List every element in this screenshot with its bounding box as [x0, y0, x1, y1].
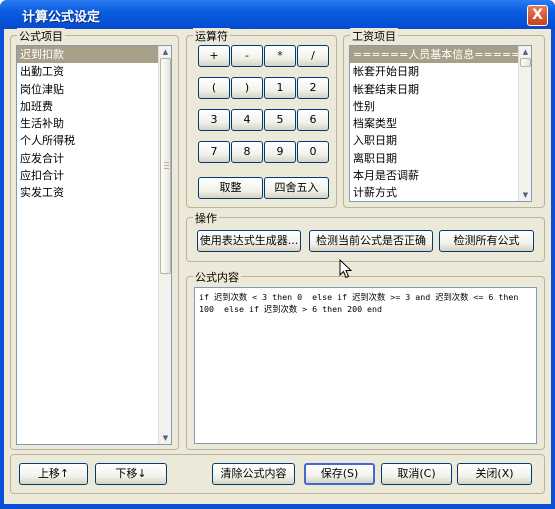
operator-button[interactable]: 6	[297, 109, 329, 131]
mouse-pointer-icon	[339, 259, 353, 279]
scroll-thumb[interactable]	[160, 58, 171, 274]
scroll-thumb[interactable]	[520, 58, 531, 67]
formula-list-item[interactable]: 生活补助	[17, 115, 171, 132]
salary-list-item[interactable]: 入职日期	[350, 132, 531, 149]
operator-button[interactable]: 9	[264, 141, 296, 163]
salary-list-item[interactable]: 档案类型	[350, 115, 531, 132]
salary-items-list[interactable]: ======人员基本信息====== 帐套开始日期 帐套结束日期 性别 档案类型 入职日期…	[349, 45, 532, 202]
round-down-button[interactable]: 取整	[198, 177, 263, 199]
expression-generator-button[interactable]: 使用表达式生成器...	[197, 230, 301, 252]
formula-list-item[interactable]: 应发合计	[17, 150, 171, 167]
operator-button[interactable]: 7	[198, 141, 230, 163]
clear-formula-button[interactable]: 清除公式内容	[212, 463, 295, 485]
salary-list-item[interactable]: 性别	[350, 98, 531, 115]
scroll-down-arrow-icon[interactable]: ▼	[160, 433, 171, 443]
operator-button[interactable]: 4	[231, 109, 263, 131]
formula-list-item[interactable]: 岗位津贴	[17, 81, 171, 98]
formula-list-item[interactable]: 实发工资	[17, 184, 171, 201]
scroll-down-arrow-icon[interactable]: ▼	[520, 190, 531, 200]
operator-button[interactable]: 0	[297, 141, 329, 163]
dialog-window: 计算公式设定 X 公式项目 迟到扣款 出勤工资 岗位津贴 加班费 生活补助 个人所得税 应发…	[0, 0, 555, 509]
close-button[interactable]: 关闭(X)	[457, 463, 532, 485]
check-current-formula-button[interactable]: 检测当前公式是否正确	[309, 230, 433, 252]
round-half-button[interactable]: 四舍五入	[264, 177, 329, 199]
window-close-button[interactable]: X	[527, 5, 548, 26]
formula-items-list[interactable]: 迟到扣款 出勤工资 岗位津贴 加班费 生活补助 个人所得税 应发合计 应扣合计 实发工资 ▲ ▼	[16, 45, 172, 445]
operator-button[interactable]: +	[198, 45, 230, 67]
actions-group: 操作 使用表达式生成器... 检测当前公式是否正确 检测所有公式	[186, 210, 545, 262]
operator-button[interactable]: *	[264, 45, 296, 67]
operators-group: 运算符 + - * / () 1 2 3 4 5 6 7 8 9 0 取整 四舍五入	[186, 28, 337, 208]
salary-items-label: 工资项目	[350, 28, 398, 44]
operator-button[interactable]: 2	[297, 77, 329, 99]
salary-list-item[interactable]: 计薪方式	[350, 184, 531, 201]
formula-list-item[interactable]: 应扣合计	[17, 167, 171, 184]
formula-items-label: 公式项目	[17, 28, 65, 44]
formula-list-scrollbar[interactable]: ▲ ▼	[158, 46, 171, 444]
cancel-button[interactable]: 取消(C)	[381, 463, 452, 485]
salary-list-item[interactable]: 帐套结束日期	[350, 81, 531, 98]
operator-button[interactable]: /	[297, 45, 329, 67]
formula-list-item[interactable]: 个人所得税	[17, 132, 171, 149]
operator-button[interactable]: -	[231, 45, 263, 67]
formula-content-group: 公式内容 if 迟到次数 < 3 then 0 else if 迟到次数 >= …	[186, 269, 545, 450]
operator-button[interactable]: 5	[264, 109, 296, 131]
scroll-up-arrow-icon[interactable]: ▲	[160, 47, 171, 57]
operator-button[interactable]: 8	[231, 141, 263, 163]
formula-items-group: 公式项目 迟到扣款 出勤工资 岗位津贴 加班费 生活补助 个人所得税 应发合计 应扣合计 实发工…	[10, 28, 179, 450]
formula-list-item[interactable]: 迟到扣款	[17, 46, 171, 64]
salary-items-group: 工资项目 ======人员基本信息====== 帐套开始日期 帐套结束日期 性别 档案类…	[343, 28, 545, 208]
save-button[interactable]: 保存(S)	[304, 463, 375, 485]
formula-list-item[interactable]: 加班费	[17, 98, 171, 115]
operator-button[interactable]: 1	[264, 77, 296, 99]
operators-label: 运算符	[193, 28, 230, 44]
formula-list-item[interactable]: 出勤工资	[17, 63, 171, 80]
operator-button[interactable]: 3	[198, 109, 230, 131]
title-bar[interactable]: 计算公式设定 X	[0, 0, 555, 29]
actions-label: 操作	[193, 210, 219, 226]
move-up-button[interactable]: 上移↑	[19, 463, 88, 485]
operator-button[interactable]: )	[231, 77, 263, 99]
dialog-client-area: 公式项目 迟到扣款 出勤工资 岗位津贴 加班费 生活补助 个人所得税 应发合计 应扣合计 实发工…	[4, 28, 551, 504]
formula-content-label: 公式内容	[193, 269, 241, 285]
check-all-formulas-button[interactable]: 检测所有公式	[439, 230, 534, 252]
salary-list-item[interactable]: 帐套开始日期	[350, 63, 531, 80]
footer-group: 上移↑ 下移↓ 清除公式内容 保存(S) 取消(C) 关闭(X)	[10, 454, 545, 494]
salary-list-scrollbar[interactable]: ▲ ▼	[518, 46, 531, 201]
operator-button[interactable]: (	[198, 77, 230, 99]
salary-list-item[interactable]: 本月是否调薪	[350, 167, 531, 184]
scroll-up-arrow-icon[interactable]: ▲	[520, 47, 531, 57]
move-down-button[interactable]: 下移↓	[95, 463, 167, 485]
salary-list-item[interactable]: 离职日期	[350, 150, 531, 167]
window-title: 计算公式设定	[22, 10, 101, 25]
salary-list-item[interactable]: ======人员基本信息======	[350, 46, 531, 64]
formula-editor[interactable]: if 迟到次数 < 3 then 0 else if 迟到次数 >= 3 and…	[194, 287, 537, 444]
